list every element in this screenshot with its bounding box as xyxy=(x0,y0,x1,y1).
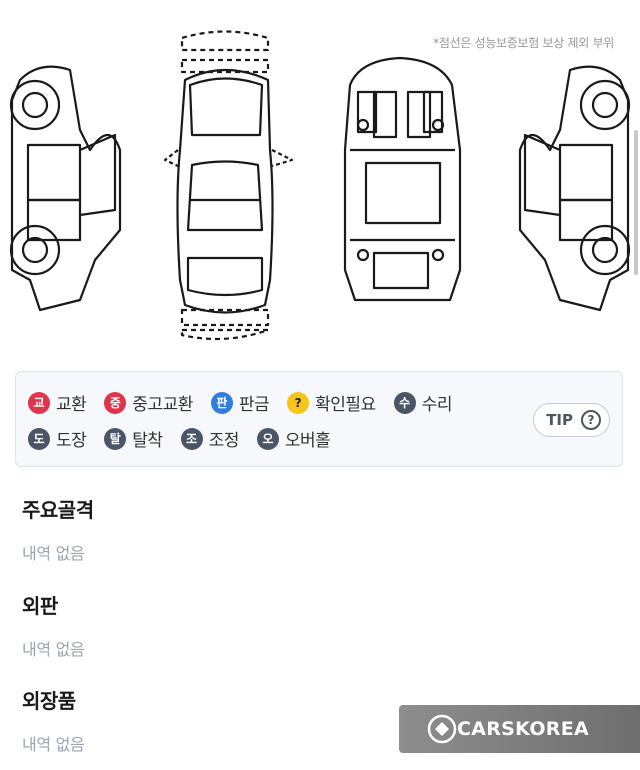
overhaul-badge-icon: 오 xyxy=(256,427,279,450)
legend-label: 조정 xyxy=(208,431,240,451)
legend-item-used-replace: 중 중고교환 xyxy=(104,390,193,415)
section-title: 외판 xyxy=(22,594,58,618)
legend-label: 교환 xyxy=(56,395,87,415)
carskorea-logo-icon xyxy=(427,714,457,744)
legend-item-sheet-metal: 판 판금 xyxy=(210,390,270,415)
car-right-side-view xyxy=(518,65,631,312)
legend-label: 도장 xyxy=(56,431,87,451)
legend-item-repair: 수 수리 xyxy=(393,390,453,415)
tip-label: TIP xyxy=(546,411,573,429)
car-left-side-view xyxy=(9,65,122,312)
section-empty-text: 내역 없음 xyxy=(22,544,85,563)
legend-label: 확인필요 xyxy=(315,395,376,415)
legend-item-check-needed: ? 확인필요 xyxy=(287,390,376,415)
legend-label: 판금 xyxy=(238,395,270,415)
legend-row-2: 도 도장 탈 탈착 조 조정 오 오버홀 xyxy=(28,426,348,451)
sheet-metal-badge-icon: 판 xyxy=(210,391,233,414)
used-replace-badge-icon: 중 xyxy=(104,391,127,414)
legend-label: 중고교환 xyxy=(132,395,193,415)
legend-item-adjust: 조 조정 xyxy=(180,426,240,451)
section-exterior-parts: 외장품 내역 없음 xyxy=(22,685,85,755)
adjust-badge-icon: 조 xyxy=(180,427,203,450)
car-top-view xyxy=(163,68,294,314)
paint-badge-icon: 도 xyxy=(28,427,50,450)
repair-badge-icon: 수 xyxy=(393,391,416,414)
section-empty-text: 내역 없음 xyxy=(22,735,85,754)
tip-button[interactable]: TIP ? xyxy=(533,403,610,437)
legend-box: 교 교환 중 중고교환 판 판금 ? 확인필요 수 수리 도 도장 탈 탈착 조 xyxy=(15,371,623,467)
legend-item-detach: 탈 탈착 xyxy=(104,426,163,451)
legend-item-overhaul: 오 오버홀 xyxy=(256,426,331,451)
diagram-note: *점선은 성능보증보험 보상 제외 부위 xyxy=(433,36,614,50)
section-empty-text: 내역 없음 xyxy=(22,640,85,659)
carskorea-watermark: CARSKOREA xyxy=(399,705,640,753)
brand-name: CARSKOREA xyxy=(457,718,589,740)
car-damage-diagram: *점선은 성능보증보험 보상 제외 부위 xyxy=(0,0,640,360)
legend-item-paint: 도 도장 xyxy=(28,426,87,451)
question-icon: ? xyxy=(581,410,601,430)
replace-badge-icon: 교 xyxy=(28,391,50,414)
section-outer-panel: 외판 내역 없음 xyxy=(22,590,85,660)
legend-label: 오버홀 xyxy=(284,431,331,451)
section-main-frame: 주요골격 내역 없음 xyxy=(22,494,94,564)
legend-label: 수리 xyxy=(421,395,453,415)
car-chassis-view xyxy=(343,56,462,302)
check-needed-badge-icon: ? xyxy=(287,391,310,414)
legend-item-replace: 교 교환 xyxy=(28,390,87,415)
car-outline-diagram xyxy=(9,30,631,341)
detach-badge-icon: 탈 xyxy=(104,427,127,450)
scrollbar[interactable] xyxy=(634,130,638,275)
legend-row-1: 교 교환 중 중고교환 판 판금 ? 확인필요 수 수리 xyxy=(28,390,470,415)
section-title: 외장품 xyxy=(22,689,76,713)
section-title: 주요골격 xyxy=(22,498,94,522)
legend-label: 탈착 xyxy=(132,431,163,451)
